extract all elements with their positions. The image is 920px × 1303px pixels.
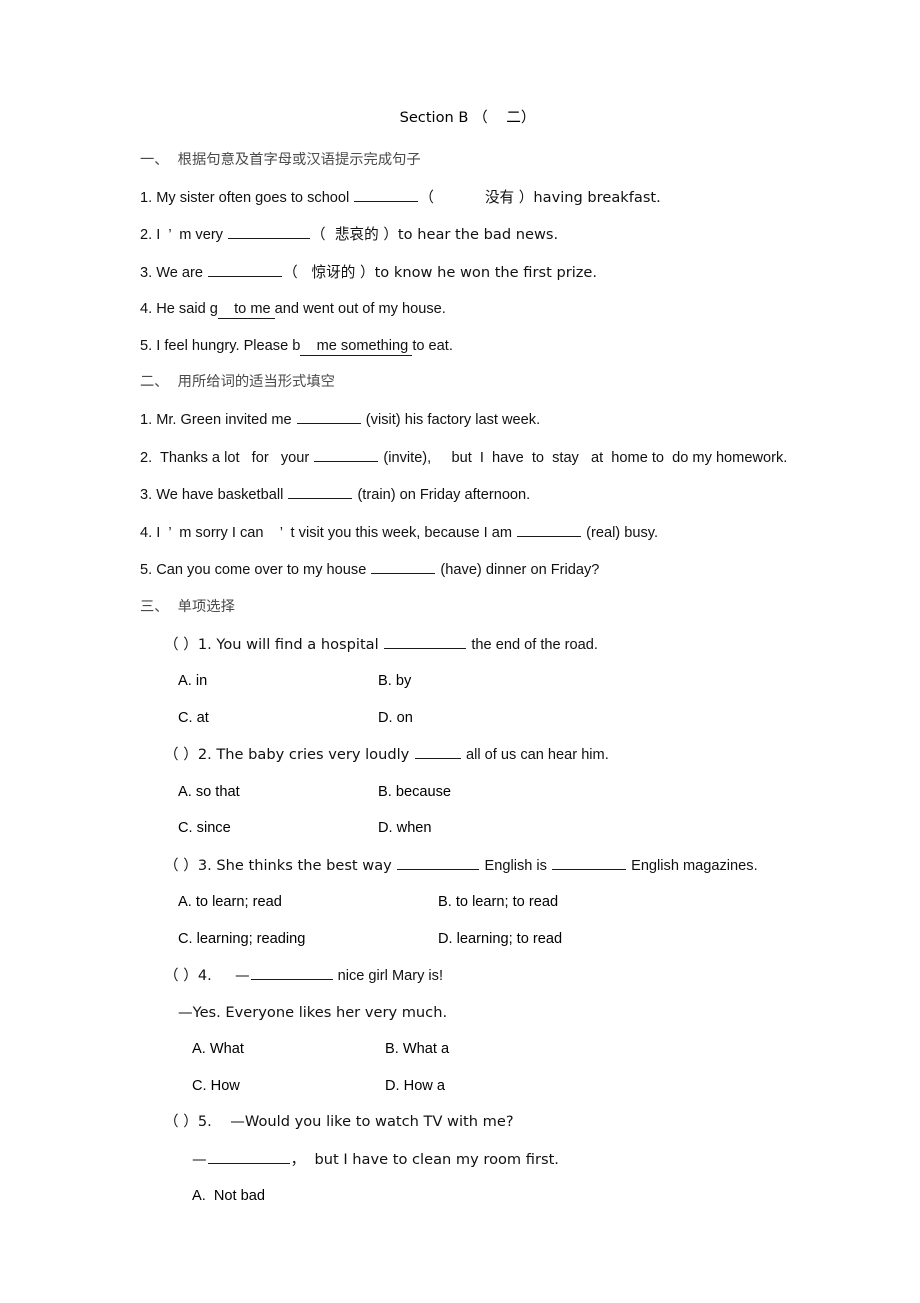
stem-text-mid: English is: [480, 857, 552, 874]
reply-text-post: ， but I have to clean my room first.: [290, 1150, 559, 1168]
worksheet-page: Section B （ 二） 一、 根据句意及首字母或汉语提示完成句子 1. M…: [0, 0, 920, 1303]
stem-text-post: nice girl Mary is!: [333, 968, 444, 985]
answer-blank[interactable]: [371, 561, 436, 575]
item-text-mid: （ 没有 ）having breakfast.: [419, 188, 661, 206]
option-a[interactable]: A. Not bad: [192, 1188, 392, 1204]
item-text-pre: 1. Mr. Green invited me: [140, 412, 296, 429]
exercise-1-item-5: 5. I feel hungry. Please b me something …: [140, 337, 795, 356]
answer-blank[interactable]: [296, 411, 361, 425]
option-c[interactable]: C. since: [178, 820, 378, 836]
option-a[interactable]: A. so that: [178, 784, 378, 800]
answer-blank[interactable]: [397, 857, 480, 870]
answer-blank[interactable]: [517, 524, 582, 537]
stem-text-post: all of us can hear him.: [461, 747, 609, 764]
mc-question-4-stem: （ ）4. — nice girl Mary is!: [140, 967, 795, 985]
exercise-1-item-1: 1. My sister often goes to school （ 没有 ）…: [140, 189, 795, 206]
stem-text-post: English magazines.: [627, 857, 758, 874]
answer-blank[interactable]: [288, 486, 353, 500]
option-c[interactable]: C. How: [192, 1078, 385, 1094]
mc-question-5-reply: — ， but I have to clean my room first.: [140, 1151, 795, 1168]
stem-text-pre: （ ）4. —: [164, 967, 250, 985]
mc-question-3-options-row-2: C. learning; reading D. learning; to read: [140, 931, 795, 947]
section-heading-1: 一、 根据句意及首字母或汉语提示完成句子: [140, 152, 421, 168]
item-text-post: (train) on Friday afternoon.: [353, 487, 531, 504]
item-text-pre: 4. He said g: [140, 301, 218, 318]
item-text-post: (invite), but I have to stay at home to …: [379, 449, 788, 466]
exercise-2-item-2: 2. Thanks a lot for your (invite), but I…: [140, 449, 795, 466]
exercise-1-item-2: 2. I ’ m very （ 悲哀的 ）to hear the bad new…: [140, 226, 795, 244]
page-title: Section B （ 二）: [399, 109, 536, 126]
answer-blank[interactable]: [228, 226, 311, 240]
mc-question-1-options-row-1: A. in B. by: [140, 673, 795, 689]
item-text-mid: me something: [316, 337, 413, 354]
stem-text-pre: （ ）3. She thinks the best way: [164, 856, 397, 874]
item-text-mid: （ 惊讶的 ）to know he won the first prize.: [283, 263, 598, 281]
option-b[interactable]: B. to learn; to read: [438, 894, 558, 910]
item-text-post: to eat.: [412, 337, 453, 354]
exercise-1-item-3: 3. We are （ 惊讶的 ）to know he won the firs…: [140, 264, 795, 281]
item-text-mid: to me: [234, 301, 275, 318]
mc-question-5-options-row-1: A. Not bad: [140, 1188, 795, 1204]
option-d[interactable]: D. How a: [385, 1078, 445, 1094]
item-text-pre: 2. Thanks a lot for your: [140, 449, 314, 466]
mc-question-3-stem: （ ）3. She thinks the best way English is…: [140, 857, 795, 874]
item-text-post: (have) dinner on Friday?: [436, 562, 600, 579]
option-d[interactable]: D. on: [378, 710, 413, 726]
option-a[interactable]: A. in: [178, 673, 378, 689]
stem-text-pre: （ ）1. You will find a hospital: [164, 635, 384, 653]
mc-question-2-options-row-2: C. since D. when: [140, 820, 795, 836]
mc-question-3-options-row-1: A. to learn; read B. to learn; to read: [140, 894, 795, 910]
option-d[interactable]: D. learning; to read: [438, 931, 562, 947]
option-d[interactable]: D. when: [378, 820, 432, 836]
answer-blank[interactable]: [250, 967, 333, 981]
item-text-pre: 3. We have basketball: [140, 487, 288, 504]
item-text-pre: 3. We are: [140, 264, 208, 281]
answer-blank[interactable]: [414, 746, 461, 760]
mc-question-2-options-row-1: A. so that B. because: [140, 784, 795, 800]
item-text-pre: 5. I feel hungry. Please b: [140, 337, 301, 354]
exercise-2-item-4: 4. I ’ m sorry I can ’ t visit you this …: [140, 524, 795, 541]
answer-blank[interactable]: [208, 264, 283, 277]
underlined-answer[interactable]: to me: [217, 301, 275, 320]
answer-blank[interactable]: [207, 1151, 290, 1164]
mc-question-4-options-row-2: C. How D. How a: [140, 1078, 795, 1094]
item-text-post: (visit) his factory last week.: [361, 412, 541, 429]
section-heading-2: 二、 用所给词的适当形式填空: [140, 374, 335, 391]
item-text-post: (real) busy.: [582, 524, 659, 541]
answer-blank[interactable]: [552, 857, 627, 870]
option-b[interactable]: B. by: [378, 673, 411, 689]
exercise-2-item-1: 1. Mr. Green invited me (visit) his fact…: [140, 411, 795, 428]
answer-blank[interactable]: [354, 189, 419, 202]
stem-text-post: the end of the road.: [467, 636, 598, 653]
exercise-1-item-4: 4. He said g to me and went out of my ho…: [140, 301, 795, 320]
mc-question-4-reply: —Yes. Everyone likes her very much.: [178, 1003, 448, 1021]
section-heading-3: 三、 单项选择: [140, 598, 235, 615]
item-text-post: and went out of my house.: [274, 301, 446, 318]
mc-question-5-stem: （ ）5. —Would you like to watch TV with m…: [164, 1113, 514, 1131]
exercise-2-item-3: 3. We have basketball (train) on Friday …: [140, 486, 795, 503]
option-b[interactable]: B. because: [378, 784, 451, 800]
answer-blank[interactable]: [314, 449, 379, 462]
mc-question-1-stem: （ ）1. You will find a hospital the end o…: [140, 636, 795, 653]
item-text-pre: 1. My sister often goes to school: [140, 189, 354, 206]
reply-text-pre: —: [192, 1150, 207, 1168]
item-text-mid: （ 悲哀的 ）to hear the bad news.: [311, 226, 559, 244]
item-text-pre: 4. I ’ m sorry I can ’ t visit you this …: [140, 524, 517, 541]
option-c[interactable]: C. learning; reading: [178, 931, 438, 947]
underlined-answer[interactable]: me something: [300, 337, 413, 356]
mc-question-2-stem: （ ）2. The baby cries very loudly all of …: [140, 746, 795, 764]
option-b[interactable]: B. What a: [385, 1041, 449, 1057]
answer-blank[interactable]: [384, 636, 467, 649]
option-c[interactable]: C. at: [178, 710, 378, 726]
item-text-pre: 5. Can you come over to my house: [140, 562, 371, 579]
mc-question-1-options-row-2: C. at D. on: [140, 710, 795, 726]
option-a[interactable]: A. What: [192, 1041, 385, 1057]
stem-text-pre: （ ）2. The baby cries very loudly: [164, 746, 414, 764]
option-a[interactable]: A. to learn; read: [178, 894, 438, 910]
exercise-2-item-5: 5. Can you come over to my house (have) …: [140, 561, 795, 578]
item-text-pre: 2. I ’ m very: [140, 227, 228, 244]
mc-question-4-options-row-1: A. What B. What a: [140, 1041, 795, 1057]
document-body: Section B （ 二） 一、 根据句意及首字母或汉语提示完成句子 1. M…: [140, 110, 795, 1225]
